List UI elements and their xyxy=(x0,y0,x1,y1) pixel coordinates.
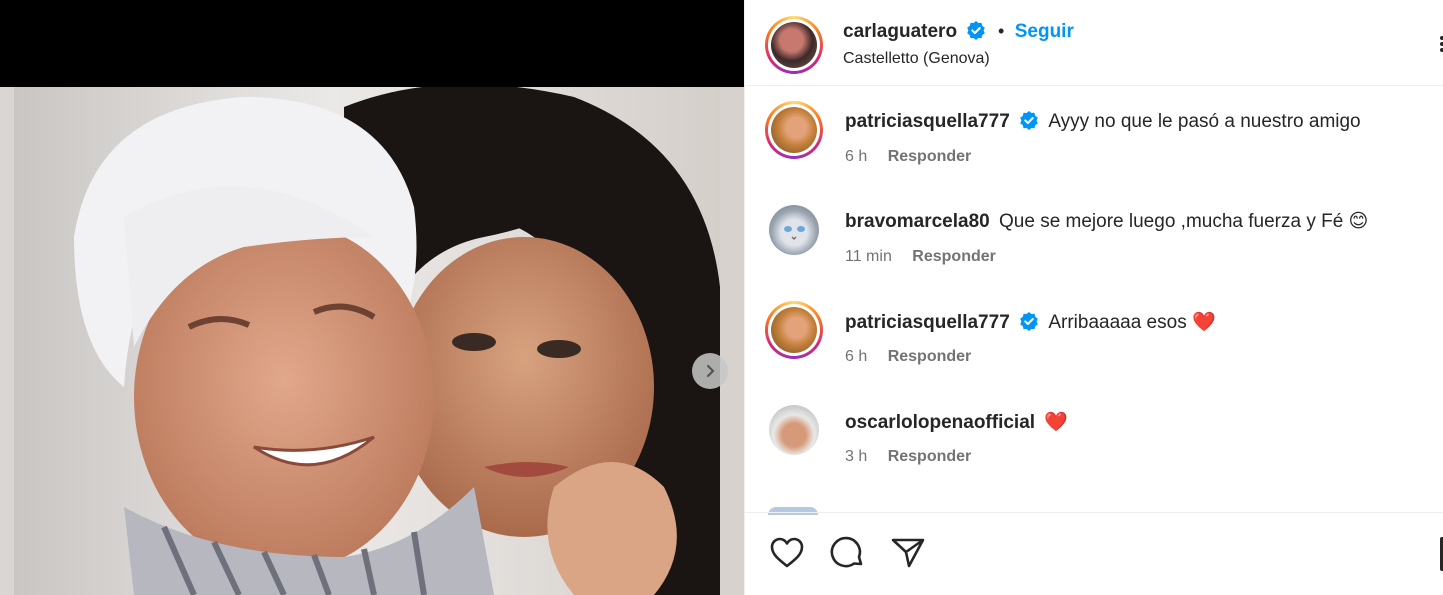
reply-button[interactable]: Responder xyxy=(888,148,972,165)
author-line: carlaguatero • Seguir xyxy=(843,20,1074,43)
comment-text-line: bravomarcela80 Que se mejore luego ,much… xyxy=(845,210,1368,233)
author-username[interactable]: carlaguatero xyxy=(843,21,957,42)
comment-body: Que se mejore luego ,mucha fuerza y Fé 😊 xyxy=(999,211,1369,232)
comment-text-line: patriciasquella777 Arribaaaaa esos ❤️ xyxy=(845,310,1216,334)
verified-badge-icon xyxy=(966,21,985,40)
next-photo-button[interactable] xyxy=(692,353,728,389)
commenter-avatar[interactable] xyxy=(769,205,819,255)
photo-edge-left xyxy=(0,87,14,595)
cat-avatar-image xyxy=(784,226,805,241)
comment-username[interactable]: patriciasquella777 xyxy=(845,111,1010,132)
comment-item: oscarlolopenaofficial ❤️ 3 h Responder xyxy=(765,398,1415,488)
comment-username[interactable]: oscarlolopenaofficial xyxy=(845,412,1035,433)
send-icon[interactable] xyxy=(890,535,926,571)
comment-time[interactable]: 6 h xyxy=(845,148,867,165)
post-photo-image xyxy=(14,87,720,595)
separator-dot: • xyxy=(997,21,1005,41)
comment-item: patriciasquella777 Arribaaaaa esos ❤️ 6 … xyxy=(765,298,1415,388)
reply-button[interactable]: Responder xyxy=(888,448,972,465)
more-options-icon[interactable] xyxy=(1428,34,1443,54)
post-media[interactable] xyxy=(0,0,744,595)
comment-body: Ayyy no que le pasó a nuestro amigo xyxy=(1048,111,1361,132)
reply-button[interactable]: Responder xyxy=(888,348,972,365)
chevron-right-icon xyxy=(706,364,715,378)
heart-icon[interactable] xyxy=(769,535,805,571)
comment-meta: 11 min Responder xyxy=(845,248,996,266)
action-bar xyxy=(745,512,1443,595)
follow-button[interactable]: Seguir xyxy=(1015,21,1074,42)
comment-icon[interactable] xyxy=(830,535,866,571)
commenter-avatar[interactable] xyxy=(769,405,819,455)
comment-username[interactable]: bravomarcela80 xyxy=(845,211,990,232)
comment-item: patriciasquella777 Ayyy no que le pasó a… xyxy=(765,98,1415,188)
comment-item: bravomarcela80 Que se mejore luego ,much… xyxy=(765,198,1415,288)
reply-button[interactable]: Responder xyxy=(912,248,996,265)
commenter-avatar[interactable] xyxy=(765,301,823,359)
comment-meta: 6 h Responder xyxy=(845,348,971,366)
post-location[interactable]: Castelletto (Genova) xyxy=(843,50,990,68)
comment-time[interactable]: 6 h xyxy=(845,348,867,365)
author-avatar[interactable] xyxy=(765,16,823,74)
commenter-avatar[interactable] xyxy=(765,101,823,159)
comment-body: ❤️ xyxy=(1044,412,1068,433)
comment-time[interactable]: 11 min xyxy=(845,248,892,265)
verified-badge-icon xyxy=(1020,312,1038,331)
comment-text-line: oscarlolopenaofficial ❤️ xyxy=(845,410,1068,434)
comment-meta: 3 h Responder xyxy=(845,448,971,466)
comment-meta: 6 h Responder xyxy=(845,148,971,166)
comment-time[interactable]: 3 h xyxy=(845,448,867,465)
post-photo xyxy=(14,87,720,595)
post-header: carlaguatero • Seguir Castelletto (Genov… xyxy=(745,0,1443,86)
post-sidebar: carlaguatero • Seguir Castelletto (Genov… xyxy=(744,0,1443,595)
comment-username[interactable]: patriciasquella777 xyxy=(845,312,1010,333)
verified-badge-icon xyxy=(1020,111,1038,130)
photo-edge-right xyxy=(720,87,744,595)
comment-body: Arribaaaaa esos ❤️ xyxy=(1048,312,1216,333)
comment-text-line: patriciasquella777 Ayyy no que le pasó a… xyxy=(845,110,1361,133)
